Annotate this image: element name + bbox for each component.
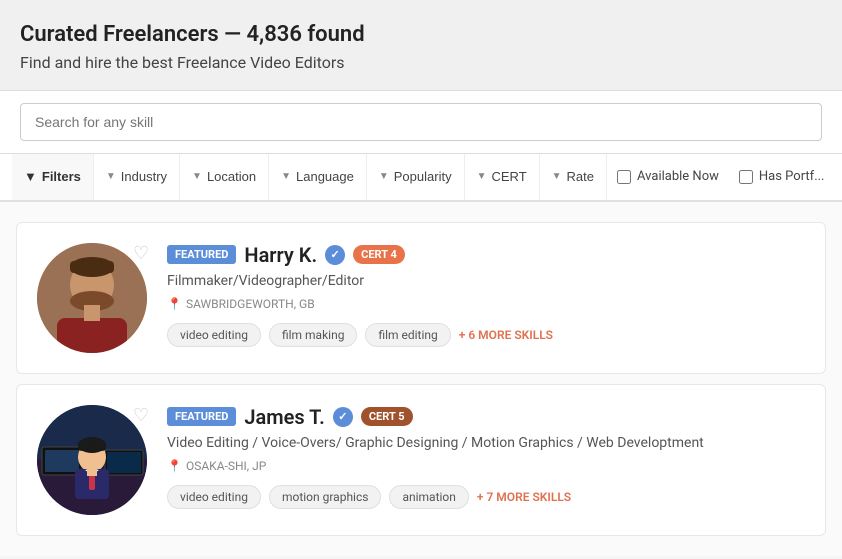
industry-chevron-icon: ▼ — [106, 171, 116, 182]
location-row-harry: 📍 SAWBRIDGEWORTH, GB — [167, 297, 805, 311]
has-portfolio-filter[interactable]: Has Portf... — [729, 154, 835, 200]
skill-tag-james-0: video editing — [167, 485, 261, 509]
popularity-filter-button[interactable]: ▼ Popularity — [367, 154, 465, 200]
skill-tag-harry-1: film making — [269, 323, 357, 347]
location-pin-icon-james: 📍 — [167, 459, 182, 473]
available-now-label: Available Now — [637, 169, 719, 184]
freelancer-card-harry: ♡ FEATURED Harry K. ✓ CERT 4 Filmmaker/V… — [16, 222, 826, 374]
freelancer-card-james: ♡ FEATURED James T. ✓ CERT 5 Video Editi… — [16, 384, 826, 536]
skills-row-harry: video editing film making film editing +… — [167, 323, 805, 347]
location-pin-icon-harry: 📍 — [167, 297, 182, 311]
language-label: Language — [296, 169, 354, 184]
location-chevron-icon: ▼ — [192, 171, 202, 182]
card-header-james: FEATURED James T. ✓ CERT 5 — [167, 405, 805, 429]
has-portfolio-label: Has Portf... — [759, 169, 825, 184]
skill-tag-harry-0: video editing — [167, 323, 261, 347]
freelancer-name-harry: Harry K. — [244, 243, 317, 267]
freelancer-title-harry: Filmmaker/Videographer/Editor — [167, 273, 805, 289]
cert-label: CERT — [491, 169, 526, 184]
skill-tag-james-1: motion graphics — [269, 485, 382, 509]
has-portfolio-checkbox[interactable] — [739, 170, 753, 184]
search-section — [0, 91, 842, 154]
location-row-james: 📍 OSAKA-SHI, JP — [167, 459, 805, 473]
location-text-james: OSAKA-SHI, JP — [186, 459, 266, 473]
rate-chevron-icon: ▼ — [552, 171, 562, 182]
filter-funnel-icon: ▼ — [24, 169, 37, 184]
card-content-james: FEATURED James T. ✓ CERT 5 Video Editing… — [167, 405, 805, 509]
more-skills-harry[interactable]: + 6 MORE SKILLS — [459, 328, 553, 342]
filters-label: Filters — [42, 169, 81, 184]
header-section: Curated Freelancers — 4,836 found Find a… — [0, 0, 842, 91]
featured-badge-harry: FEATURED — [167, 245, 236, 264]
language-filter-button[interactable]: ▼ Language — [269, 154, 367, 200]
cert-chevron-icon: ▼ — [477, 171, 487, 182]
more-skills-james[interactable]: + 7 MORE SKILLS — [477, 490, 571, 504]
avatar-harry — [37, 243, 147, 353]
avatar-wrapper-james: ♡ — [37, 405, 147, 515]
verified-icon-harry: ✓ — [325, 245, 345, 265]
favorite-icon-harry[interactable]: ♡ — [133, 243, 155, 265]
card-content-harry: FEATURED Harry K. ✓ CERT 4 Filmmaker/Vid… — [167, 243, 805, 347]
available-now-filter[interactable]: Available Now — [607, 154, 729, 200]
freelancer-title-james: Video Editing / Voice-Overs/ Graphic Des… — [167, 435, 805, 451]
avatar-wrapper-harry: ♡ — [37, 243, 147, 353]
verified-icon-james: ✓ — [333, 407, 353, 427]
avatar-james — [37, 405, 147, 515]
skill-tag-james-2: animation — [389, 485, 468, 509]
cert-badge-james: CERT 5 — [361, 407, 413, 426]
skill-tag-harry-2: film editing — [365, 323, 450, 347]
search-input[interactable] — [20, 103, 822, 141]
card-header-harry: FEATURED Harry K. ✓ CERT 4 — [167, 243, 805, 267]
industry-label: Industry — [121, 169, 167, 184]
page-title: Curated Freelancers — 4,836 found — [20, 20, 822, 51]
listings-section: ♡ FEATURED Harry K. ✓ CERT 4 Filmmaker/V… — [0, 202, 842, 556]
location-label: Location — [207, 169, 256, 184]
cert-filter-button[interactable]: ▼ CERT — [465, 154, 540, 200]
location-filter-button[interactable]: ▼ Location — [180, 154, 269, 200]
popularity-chevron-icon: ▼ — [379, 171, 389, 182]
rate-filter-button[interactable]: ▼ Rate — [540, 154, 607, 200]
featured-badge-james: FEATURED — [167, 407, 236, 426]
industry-filter-button[interactable]: ▼ Industry — [94, 154, 180, 200]
favorite-icon-james[interactable]: ♡ — [133, 405, 155, 427]
page-subtitle: Find and hire the best Freelance Video E… — [20, 53, 822, 72]
skills-row-james: video editing motion graphics animation … — [167, 485, 805, 509]
filters-bar: ▼ Filters ▼ Industry ▼ Location ▼ Langua… — [0, 154, 842, 202]
filters-button[interactable]: ▼ Filters — [12, 154, 94, 200]
popularity-label: Popularity — [394, 169, 452, 184]
available-now-checkbox[interactable] — [617, 170, 631, 184]
cert-badge-harry: CERT 4 — [353, 245, 405, 264]
freelancer-name-james: James T. — [244, 405, 324, 429]
location-text-harry: SAWBRIDGEWORTH, GB — [186, 297, 315, 311]
language-chevron-icon: ▼ — [281, 171, 291, 182]
rate-label: Rate — [567, 169, 594, 184]
